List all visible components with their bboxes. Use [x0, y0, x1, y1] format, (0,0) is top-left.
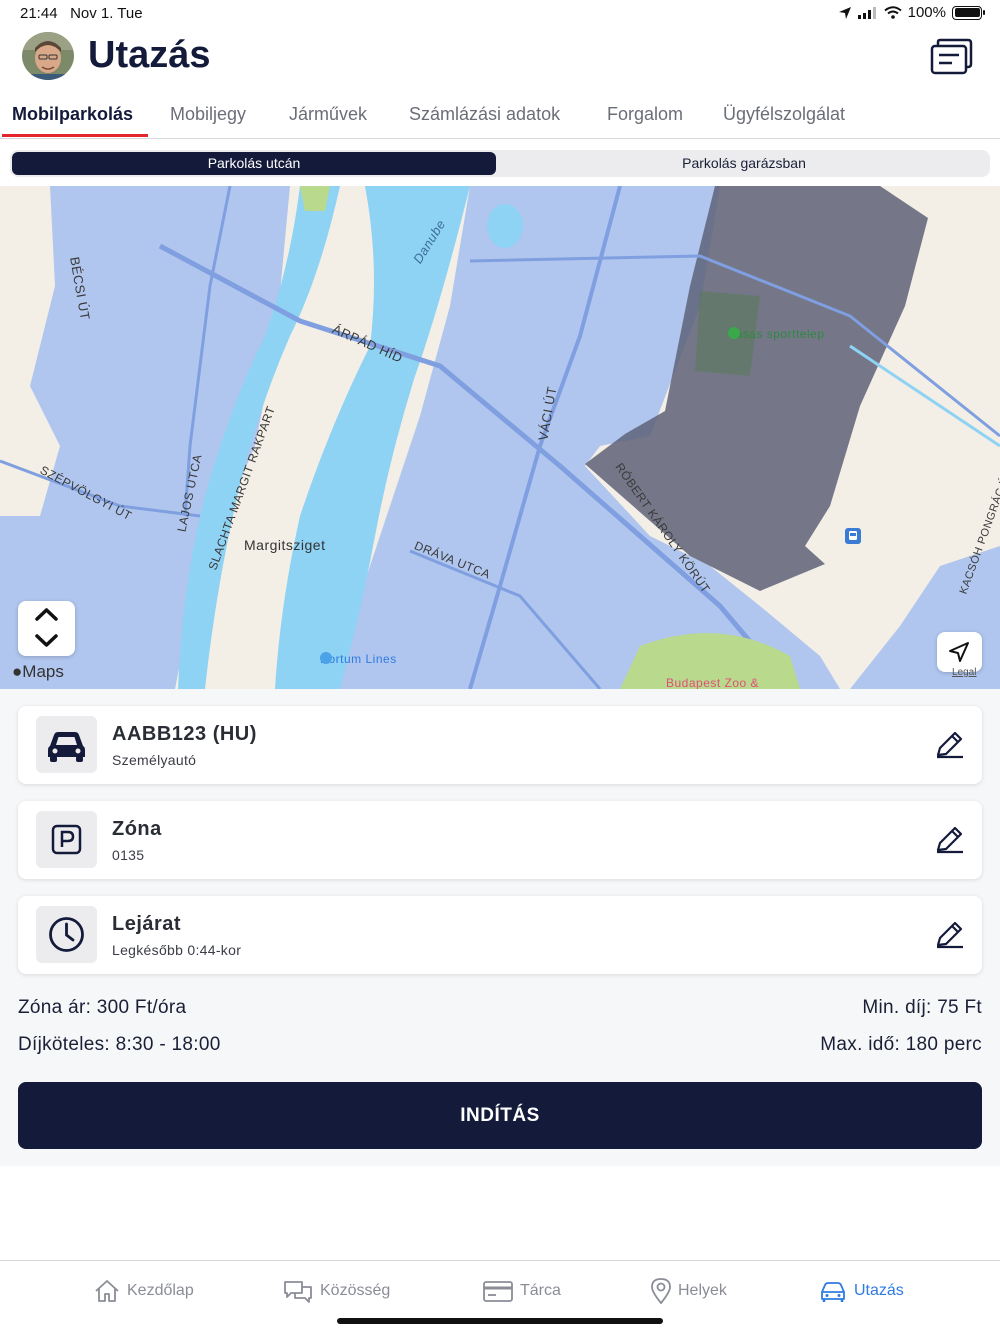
zone-price: Zóna ár: 300 Ft/óra [18, 997, 187, 1018]
maps-logo-text: Maps [22, 662, 64, 681]
page-title: Utazás [88, 34, 211, 76]
parking-zone-map[interactable]: Danube ÁRPÁD HÍD BÉCSI ÚT Vasas sporttel… [0, 186, 1000, 689]
tabbar-label: Közösség [320, 1282, 391, 1299]
wallet-card-icon [483, 1281, 513, 1302]
pencil-icon [936, 731, 963, 759]
status-indicators: 100% [838, 4, 985, 21]
expiry-card[interactable]: Lejárat Legkésőbb 0:44-kor [18, 896, 982, 974]
status-time: 21:44 Nov 1. Tue [20, 5, 143, 22]
battery-percent: 100% [907, 4, 946, 21]
chevron-up-down-icon [35, 608, 58, 647]
vehicle-plate: AABB123 (HU) [112, 723, 257, 745]
car-travel-icon [821, 1282, 845, 1302]
wifi-icon [883, 6, 902, 19]
parking-icon [51, 824, 82, 855]
home-indicator[interactable] [337, 1318, 663, 1324]
tab-ugyfelszolgalat[interactable]: Ügyfélszolgálat [723, 104, 845, 125]
location-services-icon [838, 6, 851, 19]
receipts-icon [930, 38, 973, 75]
battery-icon [952, 5, 985, 20]
expiry-icon-box [36, 906, 97, 963]
signal-icon [857, 6, 876, 19]
map-label-portum: Portum Lines [320, 652, 397, 666]
tabbar-item-tarca[interactable]: Tárca [482, 1277, 561, 1305]
header: Utazás [0, 28, 1000, 88]
park-tree-icon [728, 327, 740, 339]
min-fee: Min. díj: 75 Ft [862, 997, 982, 1018]
clock-text: 21:44 [20, 5, 58, 22]
tabbar-item-kezdolap[interactable]: Kezdőlap [93, 1277, 194, 1305]
pencil-icon [936, 826, 963, 854]
apple-logo-icon: ● [12, 662, 23, 681]
parking-type-segmented-control: Parkolás utcán Parkolás garázsban [10, 150, 990, 177]
ferry-icon [320, 652, 332, 664]
max-time: Max. idő: 180 perc [820, 1034, 982, 1055]
legal-link[interactable]: Legal [952, 667, 976, 678]
map-label-vasas-text: Vasas sporttelep [728, 327, 825, 341]
avatar[interactable] [22, 32, 74, 80]
tab-szamlazasi-adatok[interactable]: Számlázási adatok [409, 104, 560, 125]
apple-maps-logo: ●Maps [12, 662, 64, 682]
active-tab-indicator [2, 134, 148, 137]
map-label-margitsziget: Margitsziget [244, 537, 326, 553]
location-arrow-icon [949, 642, 969, 662]
tab-jarmuvek[interactable]: Járművek [289, 104, 367, 125]
map-expand-toggle-button[interactable] [18, 601, 75, 656]
tabbar-label: Helyek [678, 1282, 727, 1299]
car-icon [48, 732, 85, 762]
vehicle-type: Személyautó [112, 752, 197, 768]
segment-garage-parking[interactable]: Parkolás garázsban [500, 152, 988, 175]
tabbar-label: Utazás [854, 1282, 904, 1299]
vehicle-card[interactable]: AABB123 (HU) Személyautó [18, 706, 982, 784]
map-pin-icon [651, 1278, 671, 1305]
paid-hours: Díjköteles: 8:30 - 18:00 [18, 1034, 221, 1055]
tabbar-item-helyek[interactable]: Helyek [650, 1277, 727, 1305]
bus-stop-icon[interactable] [845, 528, 861, 544]
start-parking-button[interactable]: INDÍTÁS [18, 1082, 982, 1149]
receipts-button[interactable] [930, 36, 974, 76]
map-label-zoo: Budapest Zoo & [666, 676, 760, 689]
edit-zone-button[interactable] [934, 823, 966, 855]
pencil-icon [936, 921, 963, 949]
top-tabs: Mobilparkolás Mobiljegy Járművek Számláz… [0, 92, 1000, 139]
home-icon [95, 1280, 119, 1302]
zone-code: 0135 [112, 847, 145, 863]
date-text: Nov 1. Tue [70, 5, 143, 22]
edit-vehicle-button[interactable] [934, 728, 966, 760]
map-canvas [0, 186, 1000, 689]
chat-bubbles-icon [284, 1281, 312, 1303]
tabbar-item-kozosseg[interactable]: Közösség [282, 1277, 390, 1305]
clock-icon [49, 917, 84, 952]
tab-mobilparkolas[interactable]: Mobilparkolás [12, 104, 133, 125]
tabbar-label: Tárca [520, 1282, 561, 1299]
edit-expiry-button[interactable] [934, 918, 966, 950]
zone-title: Zóna [112, 818, 162, 840]
tab-forgalom[interactable]: Forgalom [607, 104, 683, 125]
tabbar-item-utazas[interactable]: Utazás [818, 1277, 904, 1305]
zone-icon-box [36, 811, 97, 868]
status-bar: 21:44 Nov 1. Tue 100% [0, 0, 1000, 28]
zone-card[interactable]: Zóna 0135 [18, 801, 982, 879]
tab-mobiljegy[interactable]: Mobiljegy [170, 104, 246, 125]
expiry-title: Lejárat [112, 913, 182, 935]
segment-street-parking[interactable]: Parkolás utcán [12, 152, 496, 175]
map-label-vasas: Vasas sporttelep [728, 327, 825, 341]
vehicle-icon-box [36, 716, 97, 773]
tabbar-label: Kezdőlap [127, 1282, 194, 1299]
expiry-time: Legkésőbb 0:44-kor [112, 942, 242, 958]
locate-me-button[interactable] [937, 632, 982, 672]
